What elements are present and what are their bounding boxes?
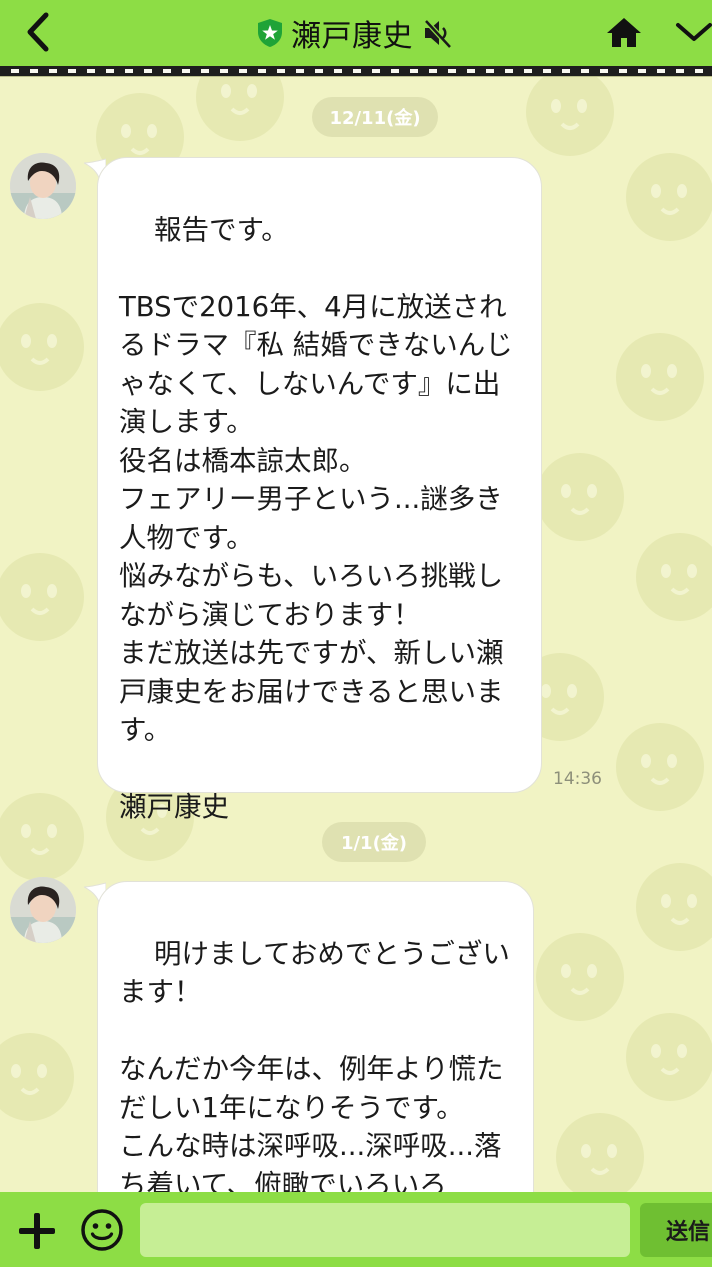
message-bubble[interactable]: 報告です。 TBSで2016年、4月に放送されるドラマ『私 結婚できないんじゃな… xyxy=(97,157,542,823)
wallpaper-face xyxy=(626,1013,712,1101)
wallpaper-face xyxy=(536,933,624,1021)
wallpaper-face xyxy=(0,1033,74,1121)
plus-icon[interactable] xyxy=(16,1210,58,1252)
wallpaper-face xyxy=(0,793,84,881)
wallpaper-face xyxy=(556,1113,644,1192)
message-bubble[interactable]: 明けましておめでとうございます！ なんだか今年は、例年より慌ただしい1年になりそ… xyxy=(97,881,534,1192)
wallpaper-face xyxy=(636,533,712,621)
wallpaper-face xyxy=(626,153,712,241)
home-icon xyxy=(607,18,641,47)
chevron-down-icon xyxy=(676,23,712,41)
message-time: 14:36 xyxy=(553,769,602,789)
header-divider xyxy=(0,66,712,77)
wallpaper-face xyxy=(196,77,284,141)
wallpaper-face xyxy=(616,723,704,811)
avatar[interactable] xyxy=(10,153,76,219)
home-button[interactable] xyxy=(602,12,646,52)
menu-dropdown-button[interactable] xyxy=(672,12,712,52)
date-label: 12/11(金) xyxy=(329,108,421,129)
date-separator: 1/1(金) xyxy=(322,822,426,862)
wallpaper-face xyxy=(526,77,614,156)
profile-photo xyxy=(10,153,76,219)
wallpaper-face xyxy=(536,453,624,541)
chat-header: 瀬戸康史 xyxy=(0,0,712,66)
send-label: 送信 xyxy=(666,1220,711,1245)
profile-photo xyxy=(10,877,76,943)
send-button[interactable]: 送信 xyxy=(640,1203,712,1257)
speaker-muted-icon xyxy=(424,19,452,49)
date-label: 1/1(金) xyxy=(340,833,408,854)
wallpaper-face xyxy=(0,553,84,641)
wallpaper-face xyxy=(636,863,712,951)
smiley-icon[interactable] xyxy=(80,1208,124,1252)
wallpaper-face xyxy=(0,303,84,391)
message-input[interactable] xyxy=(140,1203,630,1257)
chat-scroll-area[interactable]: 12/11(金) 報告です。 TBSで2016年、4月に放送されるドラマ『私 結… xyxy=(0,77,712,1192)
chat-title: 瀬戸康史 xyxy=(291,19,413,54)
date-separator: 12/11(金) xyxy=(312,97,438,137)
message-text: 報告です。 TBSで2016年、4月に放送されるドラマ『私 結婚できないんじゃな… xyxy=(119,213,513,824)
message-text: 明けましておめでとうございます！ なんだか今年は、例年より慌ただしい1年になりそ… xyxy=(119,937,510,1193)
wallpaper-face xyxy=(616,333,704,421)
shield-star-icon xyxy=(258,19,282,47)
avatar[interactable] xyxy=(10,877,76,943)
message-input-bar: 送信 xyxy=(0,1192,712,1267)
